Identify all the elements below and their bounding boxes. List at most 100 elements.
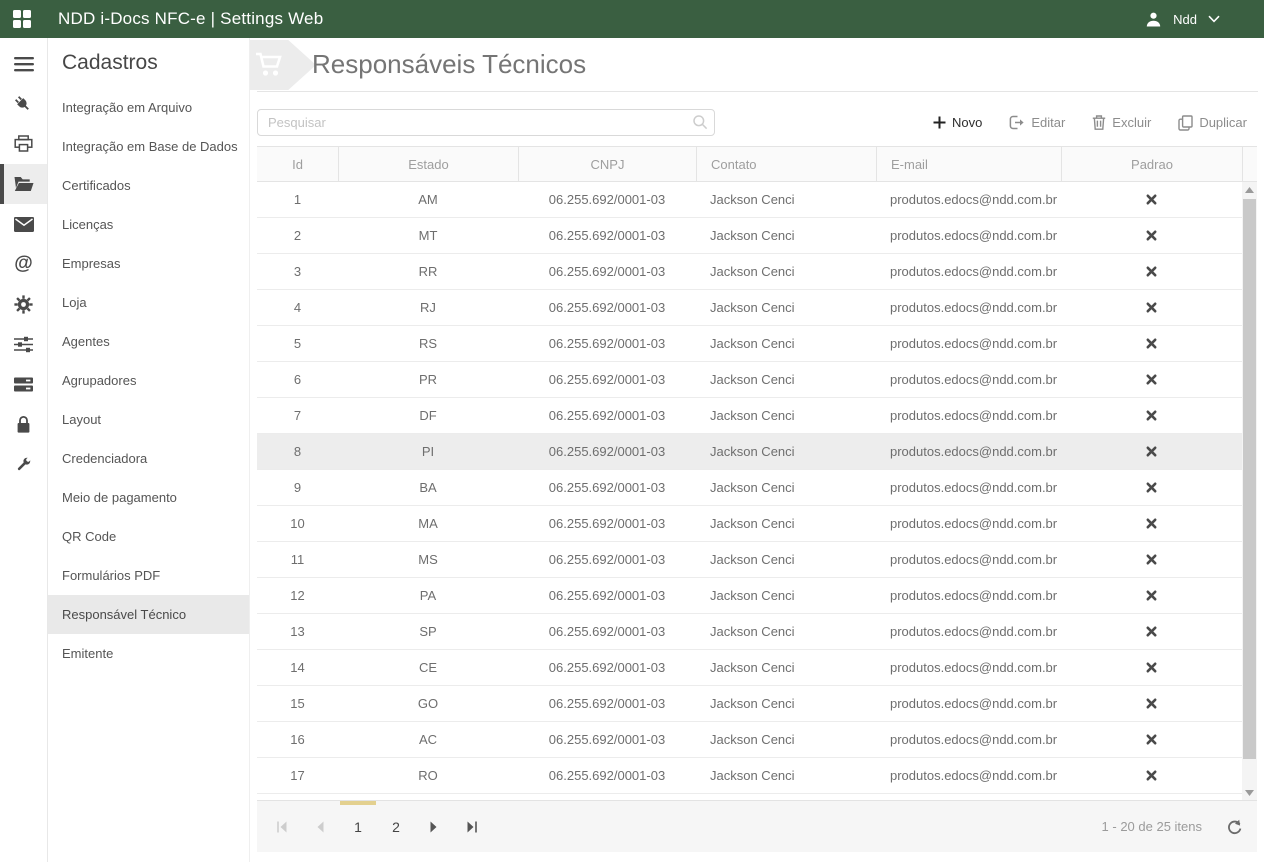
- sidebar-item-meio-de-pagamento[interactable]: Meio de pagamento: [48, 478, 249, 517]
- rail-item-email[interactable]: @: [0, 244, 47, 284]
- table-row[interactable]: 2MT06.255.692/0001-03Jackson Cenciprodut…: [257, 218, 1242, 254]
- sidebar-item-agentes[interactable]: Agentes: [48, 322, 249, 361]
- table-row[interactable]: 10MA06.255.692/0001-03Jackson Cenciprodu…: [257, 506, 1242, 542]
- table-row[interactable]: 9BA06.255.692/0001-03Jackson Cenciprodut…: [257, 470, 1242, 506]
- user-menu[interactable]: Ndd: [1145, 11, 1220, 28]
- previous-page-icon[interactable]: [305, 801, 335, 852]
- column-header-cnpj[interactable]: CNPJ: [518, 147, 696, 181]
- table-row[interactable]: 17RO06.255.692/0001-03Jackson Cenciprodu…: [257, 758, 1242, 794]
- sidebar-item-agrupadores[interactable]: Agrupadores: [48, 361, 249, 400]
- table-row[interactable]: 13SP06.255.692/0001-03Jackson Cenciprodu…: [257, 614, 1242, 650]
- rail-item-tools[interactable]: [0, 444, 47, 484]
- table-row[interactable]: 11MS06.255.692/0001-03Jackson Cenciprodu…: [257, 542, 1242, 578]
- sidebar-item-layout[interactable]: Layout: [48, 400, 249, 439]
- sidebar-item-responsavel-tecnico[interactable]: Responsável Técnico: [48, 595, 249, 634]
- edit-open-icon: [1009, 115, 1025, 130]
- stack-icon: [14, 377, 33, 392]
- main-content: Responsáveis Técnicos Novo Editar Exclui…: [250, 38, 1264, 862]
- rail-item-servers[interactable]: [0, 364, 47, 404]
- rail-item-menu[interactable]: [0, 44, 47, 84]
- app-shell: @ Cadastros Integração em ArquivoIntegra…: [0, 38, 1264, 862]
- app-title: NDD i-Docs NFC-e | Settings Web: [58, 9, 323, 29]
- table-row[interactable]: 3RR06.255.692/0001-03Jackson Cenciprodut…: [257, 254, 1242, 290]
- table-row[interactable]: 4RJ06.255.692/0001-03Jackson Cenciprodut…: [257, 290, 1242, 326]
- x-mark-icon: [1145, 769, 1158, 782]
- table-cell: PI: [338, 434, 518, 469]
- pager-page-2[interactable]: 2: [381, 801, 411, 852]
- table-row[interactable]: 16AC06.255.692/0001-03Jackson Cenciprodu…: [257, 722, 1242, 758]
- x-mark-icon: [1145, 625, 1158, 638]
- sidebar-item-integracao-em-arquivo[interactable]: Integração em Arquivo: [48, 88, 249, 127]
- lock-icon: [15, 415, 32, 434]
- duplicate-button[interactable]: Duplicar: [1178, 115, 1247, 131]
- table-header: Id Estado CNPJ Contato E-mail Padrao: [257, 146, 1257, 182]
- rail-item-integrations[interactable]: [0, 84, 47, 124]
- table-cell: Jackson Cenci: [696, 362, 876, 397]
- table-row[interactable]: 12PA06.255.692/0001-03Jackson Cenciprodu…: [257, 578, 1242, 614]
- column-header-padrao[interactable]: Padrao: [1061, 147, 1242, 181]
- column-header-estado[interactable]: Estado: [338, 147, 518, 181]
- delete-button[interactable]: Excluir: [1092, 115, 1151, 130]
- app-grid-icon[interactable]: [13, 10, 31, 28]
- column-header-email[interactable]: E-mail: [876, 147, 1061, 181]
- sidebar-item-qr-code[interactable]: QR Code: [48, 517, 249, 556]
- table-cell: 06.255.692/0001-03: [518, 542, 696, 577]
- column-header-contato[interactable]: Contato: [696, 147, 876, 181]
- first-page-icon[interactable]: [267, 801, 297, 852]
- table-row[interactable]: 15GO06.255.692/0001-03Jackson Cenciprodu…: [257, 686, 1242, 722]
- pager-page-1[interactable]: 1: [343, 801, 373, 852]
- new-button[interactable]: Novo: [933, 115, 982, 130]
- rail-item-settings[interactable]: [0, 284, 47, 324]
- table-cell: MT: [338, 218, 518, 253]
- table-cell: BA: [338, 470, 518, 505]
- table-row[interactable]: 5RS06.255.692/0001-03Jackson Cenciprodut…: [257, 326, 1242, 362]
- table-cell: 15: [257, 686, 338, 721]
- last-page-icon[interactable]: [457, 801, 487, 852]
- table-cell: RO: [338, 758, 518, 793]
- scrollbar-thumb[interactable]: [1243, 199, 1256, 759]
- table-cell: Jackson Cenci: [696, 434, 876, 469]
- rail-item-messages[interactable]: [0, 204, 47, 244]
- rail-item-cadastros[interactable]: [0, 164, 47, 204]
- table-cell: produtos.edocs@ndd.com.br: [876, 254, 1061, 289]
- edit-button[interactable]: Editar: [1009, 115, 1065, 130]
- table-cell: AC: [338, 722, 518, 757]
- rail-item-printing[interactable]: [0, 124, 47, 164]
- x-mark-icon: [1145, 733, 1158, 746]
- rail-item-parameters[interactable]: [0, 324, 47, 364]
- sidebar-item-certificados[interactable]: Certificados: [48, 166, 249, 205]
- refresh-icon[interactable]: [1226, 819, 1243, 835]
- sidebar-item-integracao-em-base-de-dados[interactable]: Integração em Base de Dados: [48, 127, 249, 166]
- scroll-up-icon[interactable]: [1242, 182, 1257, 197]
- x-mark-icon: [1145, 697, 1158, 710]
- page-header: Responsáveis Técnicos: [257, 38, 1258, 92]
- padrao-cell: [1061, 542, 1242, 577]
- table-row[interactable]: 1AM06.255.692/0001-03Jackson Cenciprodut…: [257, 182, 1242, 218]
- plug-icon: [14, 95, 33, 114]
- mail-icon: [14, 217, 34, 232]
- sidebar-item-credenciadora[interactable]: Credenciadora: [48, 439, 249, 478]
- table-row[interactable]: 7DF06.255.692/0001-03Jackson Cenciprodut…: [257, 398, 1242, 434]
- sidebar-item-empresas[interactable]: Empresas: [48, 244, 249, 283]
- next-page-icon[interactable]: [419, 801, 449, 852]
- sidebar-item-emitente[interactable]: Emitente: [48, 634, 249, 673]
- sidebar-item-loja[interactable]: Loja: [48, 283, 249, 322]
- table-row[interactable]: 8PI06.255.692/0001-03Jackson Cenciprodut…: [257, 434, 1242, 470]
- table-row[interactable]: 6PR06.255.692/0001-03Jackson Cenciprodut…: [257, 362, 1242, 398]
- table-cell: 06.255.692/0001-03: [518, 614, 696, 649]
- padrao-cell: [1061, 686, 1242, 721]
- padrao-cell: [1061, 722, 1242, 757]
- sidebar-item-licencas[interactable]: Licenças: [48, 205, 249, 244]
- table-cell: Jackson Cenci: [696, 758, 876, 793]
- table-cell: GO: [338, 686, 518, 721]
- table-cell: MA: [338, 506, 518, 541]
- table-cell: PA: [338, 578, 518, 613]
- table-row[interactable]: 14CE06.255.692/0001-03Jackson Cenciprodu…: [257, 650, 1242, 686]
- rail-item-security[interactable]: [0, 404, 47, 444]
- vertical-scrollbar[interactable]: [1242, 182, 1257, 800]
- wrench-icon: [14, 455, 33, 474]
- scroll-down-icon[interactable]: [1242, 785, 1257, 800]
- sidebar-item-formularios-pdf[interactable]: Formulários PDF: [48, 556, 249, 595]
- search-input[interactable]: [257, 109, 715, 136]
- column-header-id[interactable]: Id: [257, 147, 338, 181]
